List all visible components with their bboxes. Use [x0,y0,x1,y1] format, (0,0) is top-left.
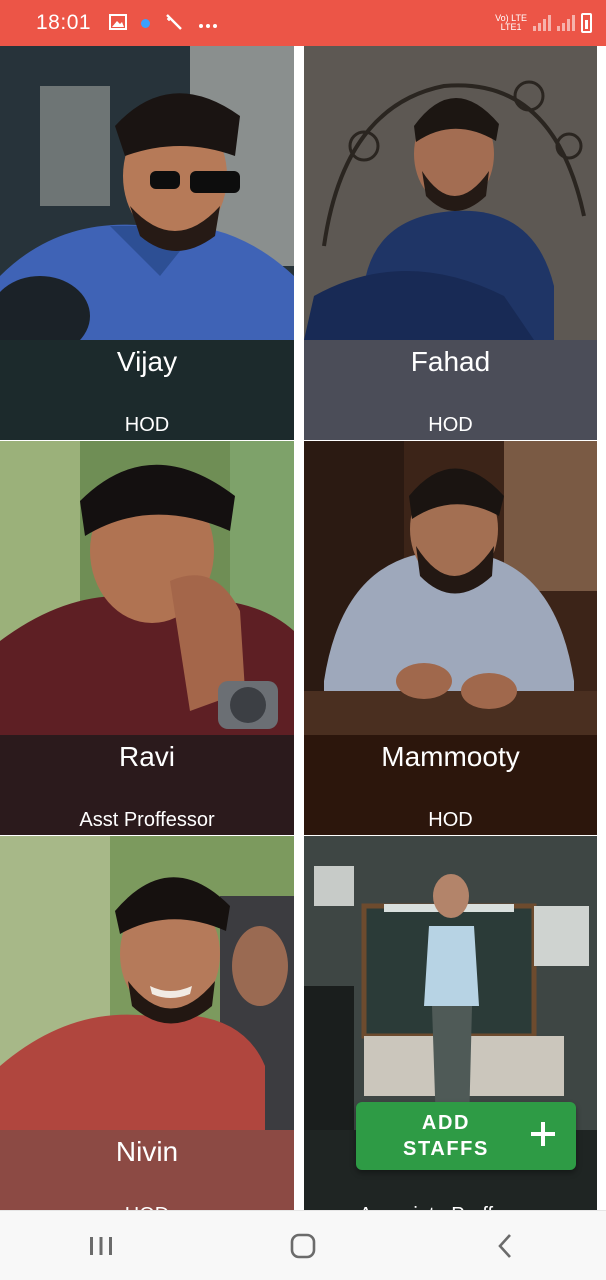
staff-photo [0,441,294,735]
staff-role: Asst Proffessor [79,809,215,831]
staff-name: Vijay [116,346,178,377]
status-right-icons: Vo) LTE LTE1 [495,13,592,33]
staff-name: Nivin [115,1136,179,1167]
recent-apps-icon[interactable] [71,1224,131,1268]
staff-info: Ravi Asst Proffessor [0,735,294,835]
image-icon [109,13,128,33]
home-icon[interactable] [273,1224,333,1268]
staff-card[interactable]: Fahad HOD [304,46,597,440]
staff-info: Vijay HOD [0,340,294,440]
battery-icon [581,13,592,33]
add-staffs-button[interactable]: ADD STAFFS [356,1102,576,1170]
staff-name: Mammooty [381,741,520,772]
network-label: Vo) LTE LTE1 [495,14,527,32]
staff-grid[interactable]: Vijay HOD Fahad HOD Ravi Asst Proffessor… [0,46,606,1210]
staff-card[interactable]: Ravi Asst Proffessor [0,441,294,835]
add-staffs-label: ADD STAFFS [403,1112,489,1160]
magic-wand-icon [164,13,184,34]
plus-icon [530,1119,556,1153]
more-icon [198,15,218,32]
staff-photo [304,836,597,1130]
navigation-bar [0,1210,606,1280]
staff-name: Fahad [410,346,491,377]
signal-icon [557,15,575,31]
staff-role: HOD [428,414,473,436]
back-icon[interactable] [475,1224,535,1268]
staff-photo [0,46,294,340]
network-label-2: LTE1 [500,22,522,32]
staff-info: Fahad HOD [304,340,597,440]
signal-icon [533,15,551,31]
staff-card[interactable]: Vijay HOD [0,46,294,440]
staff-card[interactable]: Nivin HOD [0,836,294,1210]
staff-info: Mammooty HOD [304,735,597,835]
status-time: 18:01 [36,11,92,34]
staff-name: Ravi [118,741,175,772]
staff-card[interactable]: Mammooty HOD [304,441,597,835]
staff-info: Nivin HOD [0,1130,294,1210]
status-bar: 18:01 Vo) LTE LTE1 [0,0,606,46]
staff-photo [304,46,597,340]
notification-dot-icon [141,18,151,28]
staff-photo [0,836,294,1130]
staff-photo [304,441,597,735]
staff-role: HOD [124,414,170,436]
status-notification-icons [109,13,218,34]
staff-role: HOD [428,809,473,831]
